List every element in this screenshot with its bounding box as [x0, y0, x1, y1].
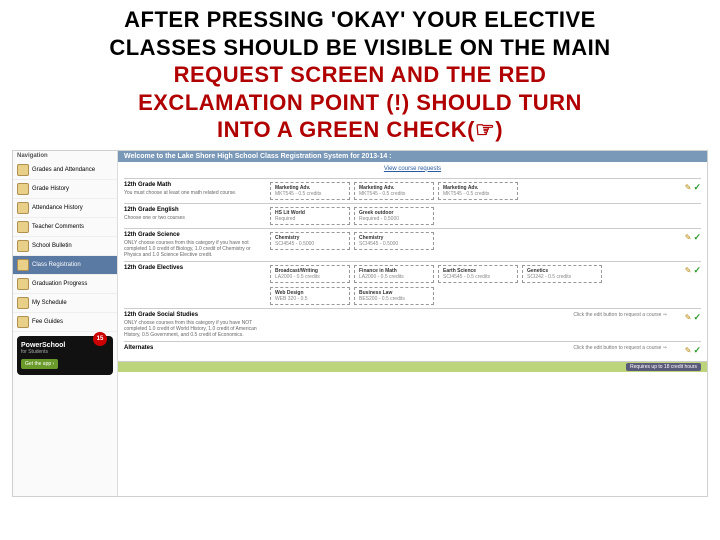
course-box[interactable]: Greek outdoorRequired - 0.5000: [354, 207, 434, 225]
sidebar-item[interactable]: School Bulletin: [13, 237, 117, 256]
section-row: 12th Grade Electives Broadcast/WritingLA2…: [124, 261, 701, 308]
section-title: 12th Grade Electives: [124, 265, 264, 271]
nav-label: Grade History: [32, 186, 69, 192]
sidebar-item[interactable]: My Schedule: [13, 294, 117, 313]
course-box[interactable]: Marketing Adv.MKT545 - 0.5 credits: [438, 182, 518, 200]
section-left: 12th Grade Social Studies ONLY choose cou…: [124, 312, 264, 338]
nav-label: School Bulletin: [32, 243, 72, 249]
check-icon: ✓: [693, 345, 701, 356]
course-list: ChemistrySCI4545 - 0.5000ChemistrySCI454…: [270, 232, 667, 250]
section-left: Alternates: [124, 345, 264, 353]
course-box[interactable]: Business LawBES200 - 0.5 credits: [354, 287, 434, 305]
section-row: 12th Grade Social Studies ONLY choose cou…: [124, 308, 701, 341]
section-status: ✎✓: [673, 265, 701, 276]
section-title: Alternates: [124, 345, 264, 351]
sidebar-item[interactable]: Grades and Attendance: [13, 161, 117, 180]
check-icon: ✓: [693, 312, 701, 323]
nav-icon: [17, 259, 29, 271]
main-content: Welcome to the Lake Shore High School Cl…: [118, 151, 707, 496]
section-left: 12th Grade Science ONLY choose courses fr…: [124, 232, 264, 258]
sidebar-header: Navigation: [13, 151, 117, 161]
nav-label: Fee Guides: [32, 319, 63, 325]
badge-icon: 15: [93, 332, 107, 346]
check-icon: ✓: [693, 182, 701, 193]
section-desc: ONLY choose courses from this category i…: [124, 240, 264, 258]
section-desc: You must choose at least one math relate…: [124, 190, 264, 196]
sidebar-item[interactable]: Class Registration: [13, 256, 117, 275]
nav-label: Attendance History: [32, 205, 83, 211]
course-box[interactable]: Web DesignWEB 320 - 0.5: [270, 287, 350, 305]
nav-icon: [17, 240, 29, 252]
check-icon: ✓: [693, 265, 701, 276]
footer-bar: Requires up to 18 credit hours: [118, 361, 707, 372]
sidebar-item[interactable]: Teacher Comments: [13, 218, 117, 237]
course-box[interactable]: Marketing Adv.MKT545 - 0.5 credits: [270, 182, 350, 200]
course-box[interactable]: ChemistrySCI4545 - 0.5000: [354, 232, 434, 250]
section-left: 12th Grade English Choose one or two cour…: [124, 207, 264, 221]
section-row: 12th Grade English Choose one or two cour…: [124, 203, 701, 228]
course-list: HS Lit WorldRequiredGreek outdoorRequire…: [270, 207, 667, 225]
promo-subtitle: for Students: [21, 349, 109, 355]
section-status: ✎✓: [673, 345, 701, 356]
section-status: ✎✓: [673, 312, 701, 323]
promo-card[interactable]: 15 PowerSchool for Students Get the app …: [17, 336, 113, 376]
section-title: 12th Grade English: [124, 207, 264, 213]
nav-icon: [17, 278, 29, 290]
click-message: Click the edit button to request a cours…: [270, 312, 667, 318]
credit-requirement: Requires up to 18 credit hours: [626, 363, 701, 371]
sidebar-item[interactable]: Grade History: [13, 180, 117, 199]
sections-container: 12th Grade Math You must choose at least …: [118, 176, 707, 361]
nav-label: Graduation Progress: [32, 281, 87, 287]
get-app-button[interactable]: Get the app ›: [21, 359, 58, 369]
sidebar: Navigation Grades and Attendance Grade Hi…: [13, 151, 118, 496]
welcome-bar: Welcome to the Lake Shore High School Cl…: [118, 151, 707, 162]
section-left: 12th Grade Math You must choose at least …: [124, 182, 264, 196]
pencil-icon[interactable]: ✎: [685, 313, 692, 322]
course-box[interactable]: ChemistrySCI4545 - 0.5000: [270, 232, 350, 250]
nav-icon: [17, 202, 29, 214]
section-left: 12th Grade Electives: [124, 265, 264, 273]
nav-icon: [17, 164, 29, 176]
view-requests-link[interactable]: View course requests: [118, 162, 707, 176]
instruction-title: AFTER PRESSING 'OKAY' YOUR ELECTIVE CLAS…: [0, 0, 720, 146]
course-box[interactable]: Broadcast/WritingLA2000 - 0.5 credits: [270, 265, 350, 283]
section-row: 12th Grade Math You must choose at least …: [124, 178, 701, 203]
course-box[interactable]: HS Lit WorldRequired: [270, 207, 350, 225]
click-message: Click the edit button to request a cours…: [270, 345, 667, 351]
course-box[interactable]: Finance in MathLA2000 - 0.5 credits: [354, 265, 434, 283]
nav-label: Teacher Comments: [32, 224, 84, 230]
pencil-icon[interactable]: ✎: [685, 233, 692, 242]
pencil-icon[interactable]: ✎: [685, 346, 692, 355]
section-title: 12th Grade Social Studies: [124, 312, 264, 318]
nav-icon: [17, 297, 29, 309]
section-status: ✎✓: [673, 232, 701, 243]
section-title: 12th Grade Math: [124, 182, 264, 188]
section-row: Alternates Click the edit button to reque…: [124, 341, 701, 359]
course-box[interactable]: Marketing Adv.MKT545 - 0.5 credits: [354, 182, 434, 200]
course-list: Marketing Adv.MKT545 - 0.5 creditsMarket…: [270, 182, 667, 200]
nav-label: My Schedule: [32, 300, 67, 306]
pencil-icon[interactable]: ✎: [685, 183, 692, 192]
section-row: 12th Grade Science ONLY choose courses fr…: [124, 228, 701, 261]
section-status: ✎✓: [673, 182, 701, 193]
pencil-icon[interactable]: ✎: [685, 266, 692, 275]
sidebar-item[interactable]: Attendance History: [13, 199, 117, 218]
check-icon: ✓: [693, 232, 701, 243]
course-list: Broadcast/WritingLA2000 - 0.5 creditsFin…: [270, 265, 667, 305]
app-screenshot: Navigation Grades and Attendance Grade Hi…: [12, 150, 708, 497]
nav-label: Class Registration: [32, 262, 81, 268]
section-title: 12th Grade Science: [124, 232, 264, 238]
sidebar-item[interactable]: Fee Guides: [13, 313, 117, 332]
nav-label: Grades and Attendance: [32, 167, 95, 173]
nav-icon: [17, 221, 29, 233]
sidebar-item[interactable]: Graduation Progress: [13, 275, 117, 294]
section-desc: ONLY choose courses from this category i…: [124, 320, 264, 338]
nav-icon: [17, 316, 29, 328]
course-box[interactable]: GeneticsSCI242 - 0.5 credits: [522, 265, 602, 283]
section-desc: Choose one or two courses: [124, 215, 264, 221]
course-box[interactable]: Earth ScienceSCI4545 - 0.5 credits: [438, 265, 518, 283]
nav-icon: [17, 183, 29, 195]
